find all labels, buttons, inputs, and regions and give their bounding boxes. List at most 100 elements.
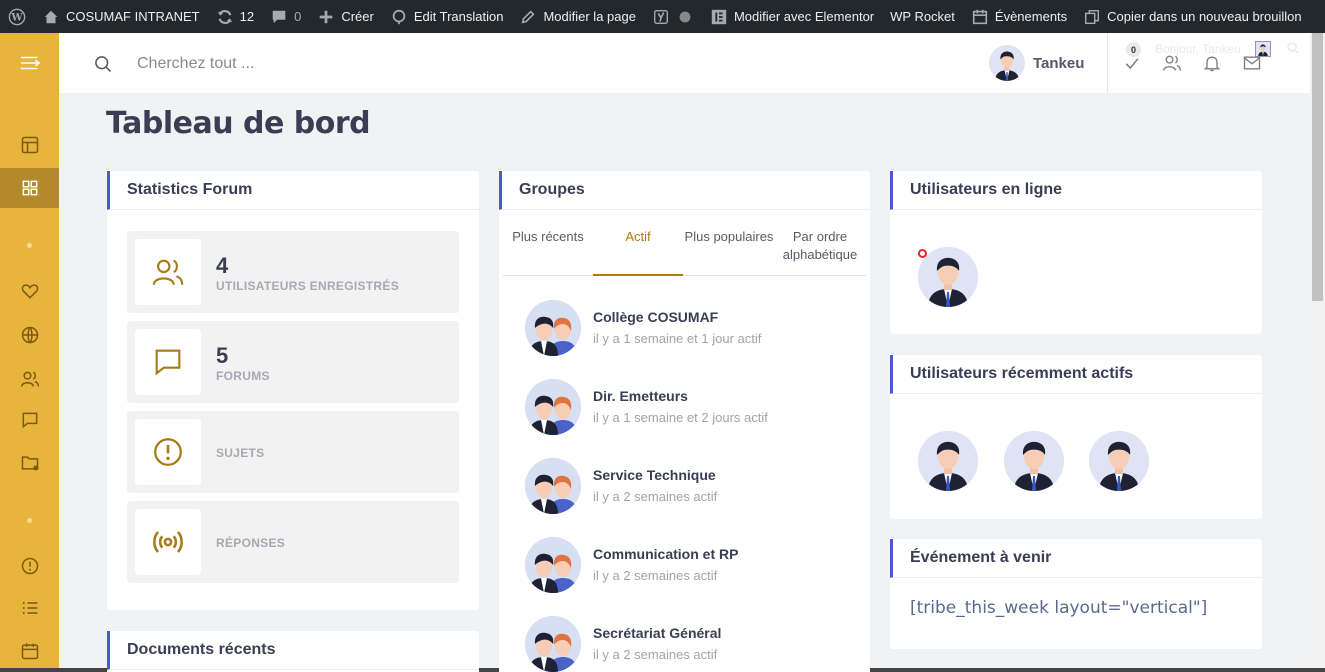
comments-link[interactable]: 0 xyxy=(262,0,309,33)
create-menu[interactable]: Créer xyxy=(309,0,382,33)
stat-registered-users: 4 UTILISATEURS ENREGISTRÉS xyxy=(127,231,459,313)
sidebar-item-dashboard[interactable] xyxy=(0,168,59,208)
user-name: Tankeu xyxy=(1033,54,1085,72)
group-name[interactable]: Collège COSUMAF xyxy=(593,309,718,325)
scrollbar-thumb[interactable] xyxy=(1312,33,1323,301)
online-user-avatar[interactable] xyxy=(918,247,978,307)
friends-icon[interactable] xyxy=(1162,53,1182,73)
sidebar-item-members[interactable] xyxy=(0,359,59,399)
sidebar-item-forums[interactable] xyxy=(0,400,59,440)
wp-rocket-menu[interactable]: WP Rocket xyxy=(882,0,963,33)
tab-most-recent[interactable]: Plus récents xyxy=(503,210,593,276)
message-icon xyxy=(135,329,201,395)
sidebar-item-favorites[interactable] xyxy=(0,271,59,311)
sidebar-item-list[interactable] xyxy=(0,588,59,628)
plus-icon xyxy=(317,8,335,26)
avatar xyxy=(989,45,1025,81)
admin-bar: W COSUMAF INTRANET 12 0 Créer Edit Trans… xyxy=(0,0,1325,33)
page-title: Tableau de bord xyxy=(106,106,371,141)
group-avatar xyxy=(525,458,581,514)
group-avatar xyxy=(525,616,581,672)
tab-active[interactable]: Actif xyxy=(593,210,683,276)
calendar-icon xyxy=(971,8,989,26)
group-name[interactable]: Secrétariat Général xyxy=(593,625,721,641)
heart-icon xyxy=(21,284,38,299)
stat-replies: RÉPONSES xyxy=(127,501,459,583)
sidebar-separator-dot xyxy=(27,518,32,523)
group-name[interactable]: Communication et RP xyxy=(593,546,738,562)
card-title: Événement à venir xyxy=(890,539,1262,578)
sidebar-item-sites[interactable] xyxy=(0,315,59,355)
globe-icon xyxy=(21,326,38,344)
edit-page-label: Modifier la page xyxy=(543,9,636,24)
mail-icon[interactable] xyxy=(1242,53,1262,73)
card-title: Utilisateurs en ligne xyxy=(890,171,1262,210)
yoast-menu[interactable] xyxy=(644,0,702,33)
group-avatar xyxy=(525,537,581,593)
group-list-item[interactable]: Secrétariat Général il y a 2 semaines ac… xyxy=(525,616,845,672)
search-icon[interactable] xyxy=(93,54,113,74)
card-title: Documents récents xyxy=(107,631,479,670)
group-name[interactable]: Dir. Emetteurs xyxy=(593,388,688,404)
tasks-check-icon[interactable] xyxy=(1122,53,1142,73)
elementor-link[interactable]: Modifier avec Elementor xyxy=(702,0,882,33)
group-activity: il y a 2 semaines actif xyxy=(593,489,718,504)
recent-user-avatar[interactable] xyxy=(1004,431,1064,491)
bell-icon[interactable] xyxy=(1202,53,1222,73)
group-activity: il y a 2 semaines actif xyxy=(593,647,718,662)
group-list-item[interactable]: Dir. Emetteurs il y a 1 semaine et 2 jou… xyxy=(525,379,845,439)
online-users-card: Utilisateurs en ligne xyxy=(890,171,1262,334)
copy-draft-label: Copier dans un nouveau brouillon xyxy=(1107,9,1302,24)
group-list-item[interactable]: Service Technique il y a 2 semaines acti… xyxy=(525,458,845,518)
stat-label: UTILISATEURS ENREGISTRÉS xyxy=(216,279,399,293)
yoast-icon xyxy=(652,8,670,26)
updates-link[interactable]: 12 xyxy=(208,0,262,33)
sidebar-item-layout[interactable] xyxy=(0,125,59,165)
layout-icon xyxy=(21,136,38,154)
pencil-icon xyxy=(519,8,537,26)
site-name-link[interactable]: COSUMAF INTRANET xyxy=(34,0,208,33)
statistics-forum-card: Statistics Forum 4 UTILISATEURS ENREGIST… xyxy=(107,171,479,610)
sidebar-item-alerts[interactable] xyxy=(0,546,59,586)
group-list-item[interactable]: Collège COSUMAF il y a 1 semaine et 1 jo… xyxy=(525,300,845,360)
recent-user-avatar[interactable] xyxy=(918,431,978,491)
menu-toggle-button[interactable] xyxy=(0,43,59,83)
groups-card: Groupes Plus récents Actif Plus populair… xyxy=(499,171,870,672)
home-icon xyxy=(42,8,60,26)
alert-circle-icon xyxy=(21,557,38,575)
recently-active-users-card: Utilisateurs récemment actifs xyxy=(890,355,1262,519)
sidebar-separator-dot xyxy=(27,243,32,248)
alert-circle-icon xyxy=(135,419,201,485)
comments-count: 0 xyxy=(294,9,302,24)
group-name[interactable]: Service Technique xyxy=(593,467,716,483)
grid-icon xyxy=(22,180,37,196)
search-input[interactable] xyxy=(137,51,437,77)
tab-alphabetical[interactable]: Par ordre alphabétique xyxy=(775,210,865,276)
user-menu[interactable]: Tankeu xyxy=(989,45,1084,81)
copy-draft-link[interactable]: Copier dans un nouveau brouillon xyxy=(1075,0,1309,33)
sidebar-item-documents[interactable] xyxy=(0,443,59,483)
events-label: Évènements xyxy=(994,9,1068,24)
refresh-icon xyxy=(216,8,234,26)
group-avatar xyxy=(525,379,581,435)
translate-icon xyxy=(390,8,408,26)
page-scrollbar[interactable] xyxy=(1310,33,1325,672)
sidebar-item-calendar[interactable] xyxy=(0,631,59,671)
wordpress-menu[interactable]: W xyxy=(0,0,34,33)
group-list-item[interactable]: Communication et RP il y a 2 semaines ac… xyxy=(525,537,845,597)
users-icon xyxy=(135,239,201,305)
wp-rocket-label: WP Rocket xyxy=(890,9,955,24)
stat-label: FORUMS xyxy=(216,369,270,383)
menu-toggle-icon xyxy=(20,56,40,70)
tab-most-popular[interactable]: Plus populaires xyxy=(684,210,774,276)
sidebar xyxy=(0,33,59,672)
events-menu[interactable]: Évènements xyxy=(963,0,1075,33)
edit-translation-link[interactable]: Edit Translation xyxy=(382,0,512,33)
stat-forums: 5 FORUMS xyxy=(127,321,459,403)
edit-page-link[interactable]: Modifier la page xyxy=(511,0,644,33)
stat-label: RÉPONSES xyxy=(216,536,286,550)
create-label: Créer xyxy=(341,9,374,24)
recent-user-avatar[interactable] xyxy=(1089,431,1149,491)
stat-number: 5 xyxy=(216,343,229,368)
group-activity: il y a 1 semaine et 1 jour actif xyxy=(593,331,762,346)
